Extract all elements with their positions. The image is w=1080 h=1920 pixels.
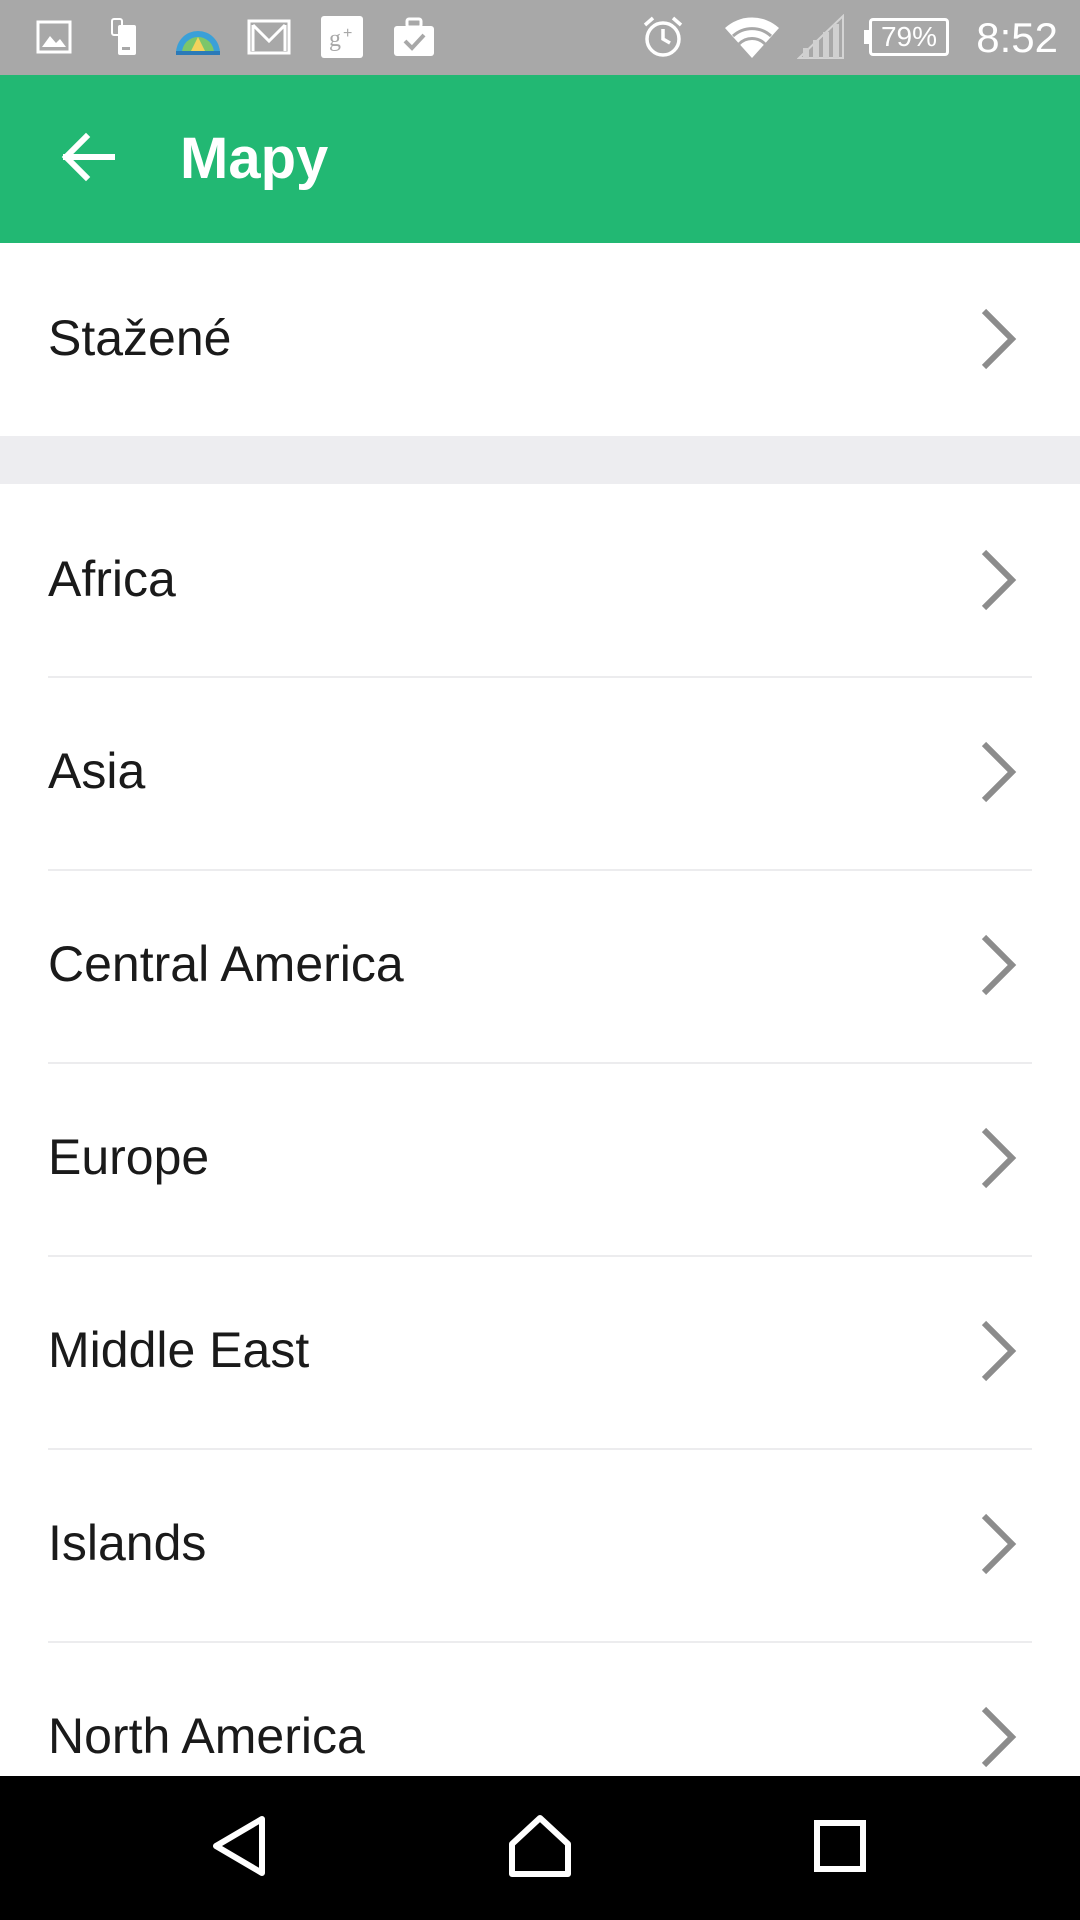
chevron-right-icon [978,307,1018,371]
nav-recents-button[interactable] [790,1798,890,1898]
status-bar: g + 79% 8:52 [0,0,1080,75]
list-item-label: Central America [48,936,404,992]
chevron-right-icon [978,1126,1018,1190]
list-item-region[interactable]: Middle East [0,1257,1080,1448]
briefcase-check-icon [392,14,436,60]
list-item-label: Europe [48,1129,210,1185]
svg-text:+: + [343,25,352,42]
list-item-region[interactable]: Asia [0,678,1080,869]
list-item-downloaded[interactable]: Stažené [0,243,1080,436]
image-icon [34,14,74,60]
google-plus-icon: g + [320,14,364,60]
phone-transfer-icon [108,14,144,60]
alarm-icon [640,14,686,60]
nav-home-button[interactable] [490,1798,590,1898]
list-item-label: Asia [48,743,146,799]
list-item-region[interactable]: Africa [0,484,1080,677]
nav-back-icon [210,1815,270,1882]
list-item-region[interactable]: Central America [0,871,1080,1062]
wifi-icon [722,14,782,60]
chevron-right-icon [978,740,1018,804]
maps-app-icon [170,14,226,60]
list-item-label: Middle East [48,1322,310,1378]
screen: g + 79% 8:52 Mapy Stažené Africa Asia Ce… [0,0,1080,1920]
page-title: Mapy [180,126,329,191]
chevron-right-icon [978,1319,1018,1383]
list-item-label: Africa [48,551,176,607]
chevron-right-icon [978,548,1018,612]
back-button[interactable] [38,109,138,209]
list-item-label: Islands [48,1515,207,1571]
list-item-label: North America [48,1708,365,1764]
clock: 8:52 [976,14,1058,61]
battery-icon: 79% [864,18,949,56]
nav-home-icon [508,1814,572,1883]
arrow-left-icon [60,131,116,188]
section-divider [0,436,1080,484]
chevron-right-icon [978,933,1018,997]
list-item-region[interactable]: Islands [0,1450,1080,1641]
chevron-right-icon [978,1705,1018,1769]
chevron-right-icon [978,1512,1018,1576]
list-item-region[interactable]: Europe [0,1064,1080,1255]
svg-text:g: g [329,26,341,52]
nav-back-button[interactable] [190,1798,290,1898]
navigation-bar [0,1776,1080,1920]
cellular-signal-icon [796,14,846,60]
app-bar: Mapy [0,75,1080,243]
gmail-icon [246,14,292,60]
list-item-label: Stažené [48,310,232,366]
nav-recents-icon [813,1819,867,1878]
